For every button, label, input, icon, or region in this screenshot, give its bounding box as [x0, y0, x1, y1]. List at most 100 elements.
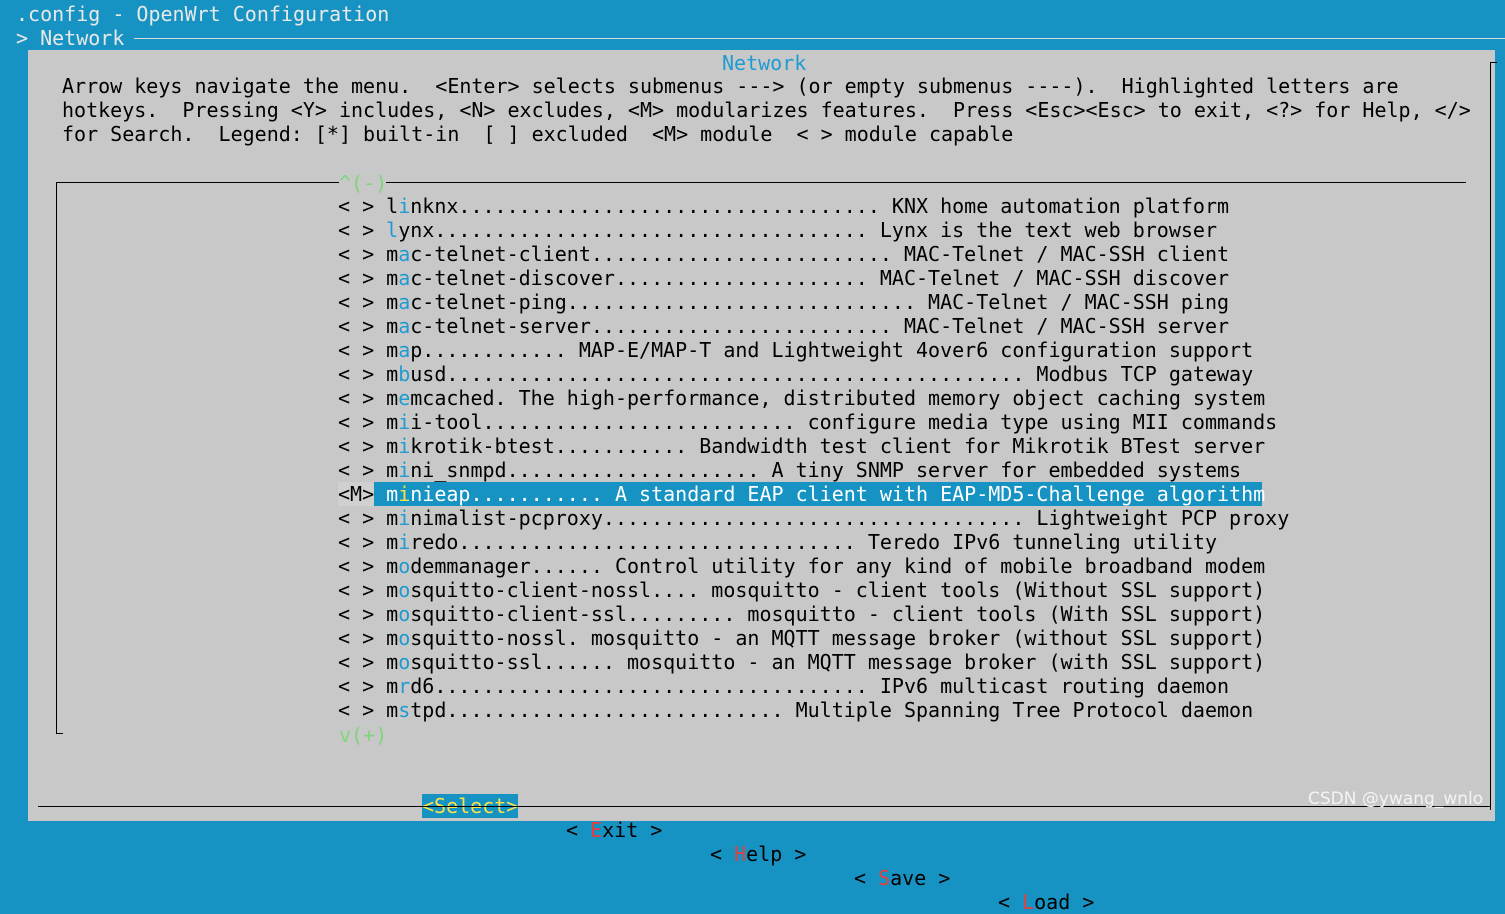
help-button-bracket: <: [710, 842, 735, 866]
menu-item-gap: [374, 410, 386, 434]
menu-item-mark: < >: [338, 698, 375, 722]
menu-item-label: m: [386, 482, 399, 506]
menu-item-hotkey: s: [398, 698, 411, 722]
menu-item[interactable]: <M> minieap........... A standard EAP cl…: [338, 482, 1265, 506]
menu-item-mark: < >: [338, 194, 375, 218]
menu-box-border-corner: [56, 733, 63, 734]
menu-item-gap: [374, 242, 386, 266]
menu-item-label: m: [386, 290, 399, 314]
help-button-hotkey: H: [734, 842, 747, 866]
menu-item[interactable]: < > mac-telnet-discover.................…: [338, 266, 1262, 290]
menu-item-hotkey: a: [398, 266, 411, 290]
menu-item[interactable]: < > mosquitto-client-nossl.... mosquitto…: [338, 578, 1266, 602]
menu-item-label: m: [386, 314, 399, 338]
menu-item-gap: [374, 554, 386, 578]
menu-item-gap: [374, 674, 386, 698]
menu-item[interactable]: < > mosquitto-nossl. mosquitto - an MQTT…: [338, 626, 1265, 650]
menu-item-gap: [374, 386, 386, 410]
menu-item-gap: [374, 506, 386, 530]
menu-item-mark: <M>: [338, 482, 375, 506]
menu-item-description: nimalist-pcproxy........................…: [410, 506, 1290, 530]
menu-item-hotkey: i: [398, 530, 411, 554]
menu-item[interactable]: < > mbusd...............................…: [338, 362, 1262, 386]
menu-item-mark: < >: [338, 362, 375, 386]
save-button-label: ave >: [890, 866, 951, 890]
menu-item-hotkey: o: [398, 626, 411, 650]
menu-item-label: m: [386, 338, 399, 362]
menu-item-label: m: [386, 506, 399, 530]
menu-item-description: redo................................. Te…: [410, 530, 1218, 554]
menu-item-mark: < >: [338, 626, 375, 650]
menu-item-hotkey: i: [398, 434, 411, 458]
menu-item-gap: [374, 362, 386, 386]
save-button-hotkey: S: [878, 866, 891, 890]
menu-item-label: m: [386, 266, 399, 290]
menu-item-mark: < >: [338, 338, 375, 362]
menu-item[interactable]: < > mac-telnet-client...................…: [338, 242, 1262, 266]
menu-item[interactable]: < > mac-telnet-ping.....................…: [338, 290, 1262, 314]
save-button-bracket: <: [854, 866, 879, 890]
menu-item-description: c-telnet-server.........................…: [410, 314, 1230, 338]
menu-item[interactable]: < > memcached. The high-performance, dis…: [338, 386, 1266, 410]
scroll-down-indicator[interactable]: v(+): [339, 723, 387, 747]
menu-item-hotkey: a: [398, 314, 411, 338]
menu-item-description: squitto-client-nossl.... mosquitto - cli…: [410, 578, 1266, 602]
help-button[interactable]: < Help >: [710, 842, 806, 866]
menu-item-hotkey: a: [398, 338, 411, 362]
menu-item-gap: [374, 218, 386, 242]
menu-item[interactable]: < > lynx................................…: [338, 218, 1262, 242]
menu-item[interactable]: < > map............ MAP-E/MAP-T and Ligh…: [338, 338, 1262, 362]
menu-item-hotkey: o: [398, 650, 411, 674]
menu-item[interactable]: < > mii-tool.......................... c…: [338, 410, 1277, 434]
menu-item-mark: < >: [338, 410, 375, 434]
load-button-label: oad >: [1034, 890, 1095, 914]
watermark: CSDN @ywang_wnlo: [1308, 789, 1484, 809]
menu-item-mark: < >: [338, 266, 375, 290]
menu-item-label: m: [386, 650, 399, 674]
menu-item-hotkey: i: [398, 410, 411, 434]
menu-item-description: d6.................................... I…: [410, 674, 1230, 698]
menu-item[interactable]: < > mini_snmpd..................... A ti…: [338, 458, 1262, 482]
menu-item-label: m: [386, 242, 399, 266]
menu-item-gap: [374, 338, 386, 362]
menu-item-hotkey: i: [398, 458, 411, 482]
menu-item[interactable]: < > mosquitto-ssl...... mosquitto - an M…: [338, 650, 1265, 674]
breadcrumb-divider: [134, 38, 1505, 39]
menu-item[interactable]: < > mikrotik-btest........... Bandwidth …: [338, 434, 1266, 458]
menu-item-gap: [374, 602, 386, 626]
menu-item-gap: [374, 650, 386, 674]
menu-item[interactable]: < > mstpd............................ Mu…: [338, 698, 1262, 722]
dialog-bottom-divider: [38, 806, 1491, 807]
dialog-title: Network: [722, 51, 807, 75]
menu-item-gap: [374, 578, 386, 602]
menu-item-label: m: [386, 434, 399, 458]
save-button[interactable]: < Save >: [854, 866, 950, 890]
menu-item[interactable]: < > minimalist-pcproxy..................…: [338, 506, 1289, 530]
menu-item-hotkey: i: [398, 482, 411, 506]
menu-item-description: usd.....................................…: [410, 362, 1254, 386]
menu-item-mark: < >: [338, 554, 375, 578]
breadcrumb: > Network: [16, 26, 125, 50]
menu-item[interactable]: < > modemmanager...... Control utility f…: [338, 554, 1265, 578]
window-title: .config - OpenWrt Configuration: [16, 2, 390, 26]
menu-item-description: krotik-btest........... Bandwidth test c…: [410, 434, 1266, 458]
menu-item[interactable]: < > miredo..............................…: [338, 530, 1262, 554]
menu-item-label: m: [386, 602, 399, 626]
menu-item-gap: [374, 434, 386, 458]
menu-item-hotkey: o: [398, 578, 411, 602]
exit-button[interactable]: < Exit >: [566, 818, 662, 842]
menu-item[interactable]: < > mosquitto-client-ssl......... mosqui…: [338, 602, 1265, 626]
menu-item-mark: < >: [338, 314, 375, 338]
menu-item-mark: < >: [338, 434, 375, 458]
help-text-line-3: for Search. Legend: [*] built-in [ ] exc…: [62, 122, 1014, 146]
menu-item-description: mcached. The high-performance, distribut…: [410, 386, 1266, 410]
menu-item-label: m: [386, 554, 399, 578]
load-button[interactable]: < Load >: [998, 890, 1094, 914]
scroll-up-indicator[interactable]: ^(-): [339, 171, 387, 195]
menu-item-mark: < >: [338, 578, 375, 602]
menu-item[interactable]: < > linknx..............................…: [338, 194, 1262, 218]
menu-item-mark: < >: [338, 650, 375, 674]
menu-item[interactable]: < > mrd6................................…: [338, 674, 1262, 698]
menu-item[interactable]: < > mac-telnet-server...................…: [338, 314, 1262, 338]
menu-item-hotkey: a: [398, 290, 411, 314]
